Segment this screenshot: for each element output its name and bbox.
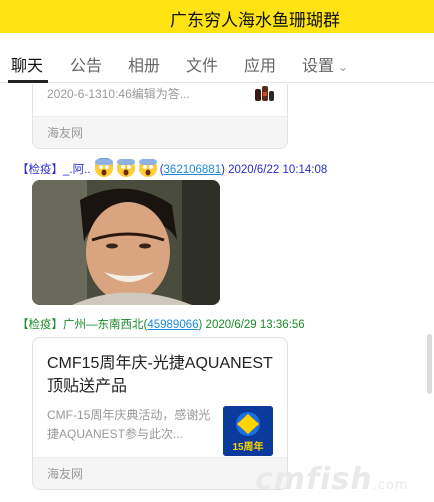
tab-settings-label: 设置 (302, 58, 335, 75)
watermark-logo: cmfish.com (255, 462, 409, 497)
scream-emoji-icon (94, 158, 113, 177)
member-tag: 【检疫】 (17, 164, 63, 176)
message-header: 【检疫】_.阿.. (362106881) 2020/6/22 10:14:08 (17, 158, 327, 178)
chevron-down-icon: ⌄ (338, 60, 349, 74)
message-time: 2020/6/29 13:36:56 (205, 319, 305, 331)
scrollbar-thumb[interactable] (427, 334, 432, 394)
link-card-source: 海友网 (33, 116, 287, 148)
active-tab-indicator (8, 80, 48, 83)
group-title: 广东穷人海水鱼珊瑚群 (170, 11, 340, 30)
tab-files[interactable]: 文件 (186, 52, 218, 76)
link-card-desc: CMF-15周年庆典活动，感谢光捷AQUANEST参与此次... (47, 408, 211, 441)
member-tag: 【检疫】 (17, 319, 63, 331)
tab-settings[interactable]: 设置 ⌄ (302, 52, 348, 76)
message-header: 【检疫】广州—东南西北(45989066) 2020/6/29 13:36:56 (17, 319, 305, 331)
tab-announcement[interactable]: 公告 (70, 52, 102, 76)
shared-photo[interactable] (32, 180, 220, 305)
link-card-title: CMF15周年庆-光捷AQUANEST顶贴送产品 (47, 355, 273, 395)
link-card-thumbnail (253, 84, 275, 105)
link-card[interactable]: 2020-6-1310:46编辑为答... 海友网 (32, 84, 288, 149)
sender-qq-link[interactable]: 45989066 (147, 319, 198, 331)
link-card-desc: 2020-6-1310:46编辑为答... (47, 87, 190, 101)
sender-name[interactable]: 广州—东南西北 (63, 319, 144, 331)
thumb-label: 15周年 (232, 440, 263, 453)
scream-emoji-icon (116, 159, 135, 177)
sender-qq-link[interactable]: 362106881 (164, 164, 222, 176)
scream-emoji-icon (138, 159, 157, 177)
tab-apps[interactable]: 应用 (244, 52, 276, 76)
tab-album[interactable]: 相册 (128, 52, 160, 76)
chat-area[interactable]: 2020-6-1310:46编辑为答... 海友网 【检疫】_.阿.. (362… (0, 84, 434, 502)
tab-chat[interactable]: 聊天 (11, 52, 43, 76)
tab-bar: 聊天 公告 相册 文件 应用 设置 ⌄ (0, 33, 434, 83)
titlebar: 广东穷人海水鱼珊瑚群 (0, 0, 434, 33)
sender-name[interactable]: _.阿.. (63, 164, 90, 176)
link-card-thumbnail: 15周年 (223, 406, 273, 456)
scrollbar[interactable] (425, 84, 434, 502)
message-time: 2020/6/22 10:14:08 (228, 164, 328, 176)
link-card-source: 海友网 (33, 457, 287, 489)
link-card[interactable]: CMF15周年庆-光捷AQUANEST顶贴送产品 CMF-15周年庆典活动，感谢… (32, 337, 288, 490)
